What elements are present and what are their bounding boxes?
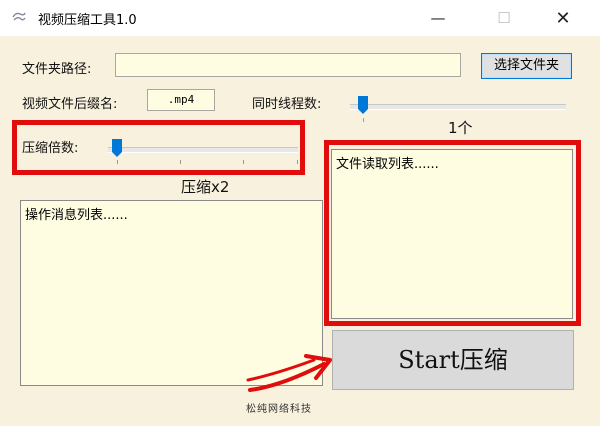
- folder-path-label: 文件夹路径:: [22, 62, 92, 77]
- close-icon: ✕: [555, 7, 571, 29]
- close-button[interactable]: ✕: [540, 0, 586, 36]
- file-extension-label: 视频文件后缀名:: [22, 97, 118, 112]
- compression-ratio-value: 压缩x2: [181, 178, 230, 196]
- minimize-icon: —: [430, 9, 446, 27]
- slider-tick: [363, 118, 364, 122]
- watermark-text: 松纯网络科技: [246, 404, 312, 415]
- title-bar: 视频压缩工具1.0 — ☐ ✕: [0, 0, 600, 36]
- app-window: 视频压缩工具1.0 — ☐ ✕ 文件夹路径: 选择文件夹 视频文件后缀名: .m…: [0, 0, 600, 426]
- window-title: 视频压缩工具1.0: [38, 13, 137, 28]
- start-compress-button[interactable]: Start压缩: [332, 330, 574, 390]
- minimize-button[interactable]: —: [415, 0, 461, 36]
- maximize-icon: ☐: [497, 9, 511, 27]
- file-extension-input[interactable]: .mp4: [147, 89, 215, 111]
- thread-count-value: 1个: [448, 119, 473, 137]
- maximize-button[interactable]: ☐: [481, 0, 527, 36]
- annotation-arrow-icon: [246, 354, 332, 392]
- app-icon: [12, 12, 26, 21]
- folder-path-input[interactable]: [115, 53, 461, 77]
- select-folder-button[interactable]: 选择文件夹: [481, 53, 572, 79]
- annotation-box-compression: [12, 120, 305, 175]
- thread-slider-thumb[interactable]: [358, 96, 368, 114]
- thread-slider-track: [350, 104, 566, 110]
- annotation-box-file-list: [324, 140, 581, 326]
- log-list-placeholder: 操作消息列表......: [25, 208, 128, 223]
- thread-count-label: 同时线程数:: [252, 97, 322, 112]
